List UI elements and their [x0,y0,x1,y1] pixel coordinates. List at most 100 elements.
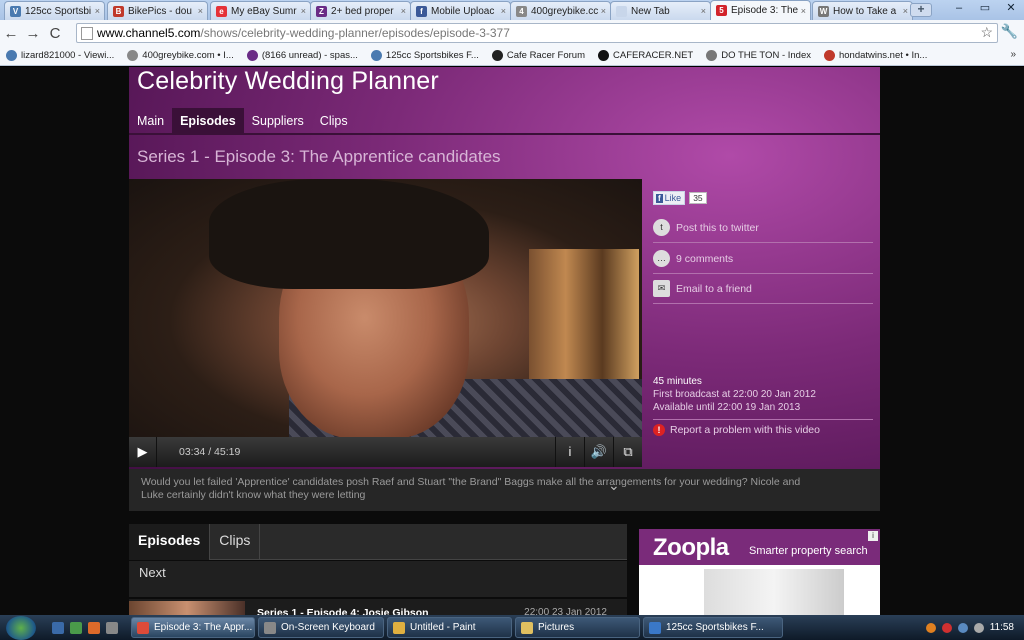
bookmark-item[interactable]: DO THE TON - Index [706,50,811,61]
network-icon[interactable] [957,622,968,633]
bookmark-item[interactable]: hondatwins.net • In... [823,50,927,61]
bookmark-item[interactable]: lizard821000 - Viewi... [6,50,114,61]
twitter-share-link[interactable]: t Post this to twitter [653,213,873,243]
info-icon[interactable]: i [555,437,584,467]
site-title[interactable]: Celebrity Wedding Planner [137,67,439,96]
taskbar-item-label: 125cc Sportsbikes F... [666,622,764,633]
browser-tab[interactable]: B BikePics - dou × [107,1,208,20]
next-episode-title[interactable]: Series 1 - Episode 4: Josie Gibson [257,607,429,615]
nav-item-clips[interactable]: Clips [312,108,356,133]
quicklaunch-icon[interactable] [70,622,82,634]
video-frame[interactable] [129,179,642,459]
close-tab-icon[interactable]: × [95,6,100,16]
new-tab-button[interactable]: + [910,3,932,17]
nav-item-suppliers[interactable]: Suppliers [244,108,312,133]
first-broadcast: First broadcast at 22:00 20 Jan 2012 [653,389,816,400]
tab-title: BikePics - dou [128,5,192,17]
browser-tab[interactable]: New Tab × [610,1,711,20]
bookmark-favicon-icon [823,50,835,61]
volume-icon[interactable]: 🔊 [584,437,613,467]
show-panel: Celebrity Wedding Planner Main Episodes Su… [129,67,880,511]
player-controls: ▶ 03:34 / 45:19 i 🔊 ⧉ [129,437,642,467]
tab-favicon-icon [616,5,627,17]
url-path: /shows/celebrity-wedding-planner/episode… [200,26,510,40]
tray-app-icon[interactable] [925,622,936,633]
show-desktop-icon[interactable] [52,622,64,634]
close-tab-icon[interactable]: × [601,6,606,16]
tab-title: Episode 3: The [731,5,799,16]
comments-link[interactable]: … 9 comments [653,244,873,274]
forward-button[interactable]: → [22,25,44,42]
windows-taskbar: Episode 3: The Appr... On-Screen Keyboard… [0,615,1024,640]
next-episode-row[interactable]: Series 1 - Episode 4: Josie Gibson 22:00… [129,599,627,615]
browser-tab[interactable]: 5 Episode 3: The × [710,0,811,20]
reload-button[interactable]: C [44,25,66,42]
close-tab-icon[interactable]: × [501,6,506,16]
email-link[interactable]: ✉ Email to a friend [653,274,873,304]
expand-chevron-icon[interactable]: ⌄ [608,477,620,494]
tray-security-icon[interactable] [941,622,952,633]
tab-favicon-icon: e [216,5,227,17]
browser-tab[interactable]: f Mobile Uploac × [410,1,511,20]
tab-clips[interactable]: Clips [210,524,261,560]
envelope-icon: ✉ [653,280,670,297]
nav-item-episodes[interactable]: Episodes [172,108,244,133]
tab-episodes[interactable]: Episodes [129,524,211,560]
back-button[interactable]: ← [0,25,22,42]
volume-tray-icon[interactable] [973,622,984,633]
browser-tab[interactable]: Z 2+ bed proper × [310,1,411,20]
close-tab-icon[interactable]: × [301,6,306,16]
zoopla-advert[interactable]: Zoopla Smarter property search i [639,529,880,615]
clock[interactable]: 11:58 [990,622,1014,633]
bookmarks-more-button[interactable]: » [1010,49,1016,60]
bookmark-item[interactable]: 125cc Sportsbikes F... [370,50,479,61]
fb-like-count: 35 [689,192,707,204]
next-episode-thumbnail[interactable] [129,601,245,615]
maximize-button[interactable]: ▭ [972,0,998,16]
ad-info-icon[interactable]: i [868,531,878,541]
wrench-icon[interactable]: 🔧 [1001,23,1018,40]
tab-title: Mobile Uploac [431,5,495,17]
taskbar-item[interactable]: 125cc Sportsbikes F... [643,617,783,638]
address-bar[interactable]: www.channel5.com/shows/celebrity-wedding… [76,23,998,43]
close-tab-icon[interactable]: × [701,6,706,16]
switch-windows-icon[interactable] [106,622,118,634]
close-window-button[interactable]: ✕ [998,0,1024,16]
video-player[interactable]: ▶ 03:34 / 45:19 i 🔊 ⧉ [129,179,642,467]
taskbar-item[interactable]: Episode 3: The Appr... [131,617,255,638]
nav-item-main[interactable]: Main [129,108,172,133]
taskbar-item[interactable]: Pictures [515,617,640,638]
browser-tab[interactable]: W How to Take a × [812,1,913,20]
taskbar-item[interactable]: On-Screen Keyboard [258,617,384,638]
taskbar-item-label: Untitled - Paint [410,622,476,633]
browser-tab[interactable]: 4 400greybike.cc × [510,1,611,20]
bookmark-item[interactable]: CAFERACER.NET [598,50,693,61]
close-tab-icon[interactable]: × [198,6,203,16]
close-tab-icon[interactable]: × [401,6,406,16]
taskbar-item-label: On-Screen Keyboard [281,622,375,633]
minimize-button[interactable]: – [946,0,972,16]
comment-bubble-icon: … [653,250,670,267]
close-tab-icon[interactable]: × [801,6,806,16]
report-problem-link[interactable]: ! Report a problem with this video [653,424,820,436]
bookmark-item[interactable]: Cafe Racer Forum [491,50,585,61]
taskbar-item[interactable]: Untitled - Paint [387,617,512,638]
browser-tab[interactable]: e My eBay Sumr × [210,1,311,20]
episode-description: Would you let failed 'Apprentice' candid… [129,469,880,511]
tab-favicon-icon: V [10,5,21,17]
bookmark-label: DO THE TON - Index [721,50,811,61]
fb-like-button[interactable]: f Like [653,191,686,205]
browser-tab[interactable]: V 125cc Sportsbi × [4,1,105,20]
next-episode-date: 22:00 23 Jan 2012 [524,607,607,615]
episode-meta: 45 minutes First broadcast at 22:00 20 J… [653,375,873,420]
close-tab-icon[interactable]: × [903,6,908,16]
facebook-like[interactable]: f Like 35 [653,191,707,205]
bookmark-item[interactable]: 400greybike.com • I... [127,50,234,61]
bookmark-label: CAFERACER.NET [613,50,694,61]
play-icon[interactable]: ▶ [129,437,157,467]
bookmark-item[interactable]: (8166 unread) - spas... [246,50,358,61]
bookmark-star-icon[interactable]: ☆ [980,24,993,41]
fullscreen-icon[interactable]: ⧉ [613,437,642,467]
start-button[interactable] [6,616,36,640]
firefox-quicklaunch-icon[interactable] [88,622,100,634]
